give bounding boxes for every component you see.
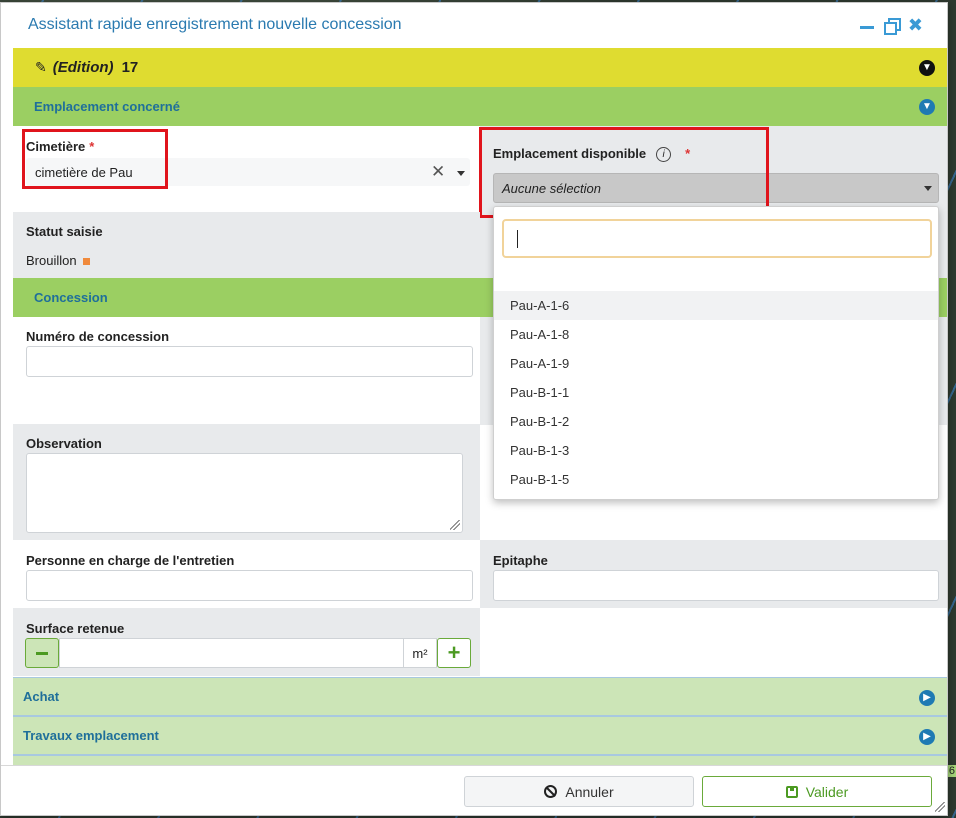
personne-input[interactable]	[26, 570, 473, 601]
dropdown-option[interactable]: Pau-A-1-8	[494, 320, 938, 349]
dropdown-search-input[interactable]	[502, 219, 932, 258]
edition-label: (Edition)	[52, 59, 114, 76]
highlight-box	[22, 129, 168, 189]
edition-number: 17	[121, 59, 139, 76]
minimize-icon[interactable]	[859, 25, 874, 29]
concession-dialog: Assistant rapide enregistrement nouvelle…	[0, 2, 948, 816]
save-icon	[785, 785, 798, 798]
observation-textarea[interactable]	[26, 453, 463, 533]
dialog-title: Assistant rapide enregistrement nouvelle…	[28, 16, 402, 33]
resize-handle[interactable]	[450, 520, 460, 530]
section-title: Concession	[34, 290, 108, 305]
epitaphe-input[interactable]	[493, 570, 939, 601]
epitaphe-label: Epitaphe	[493, 553, 548, 568]
resize-handle[interactable]	[935, 802, 945, 812]
minus-icon	[36, 651, 48, 655]
section-title: Achat	[23, 689, 60, 704]
section-title: Emplacement concerné	[34, 99, 180, 114]
increment-button[interactable]: +	[437, 638, 471, 668]
cancel-button[interactable]: Annuler	[464, 776, 694, 807]
personne-label: Personne en charge de l'entretien	[26, 553, 235, 568]
dropdown-option[interactable]: Pau-A-1-6	[494, 291, 938, 320]
section-travaux[interactable]: Travaux emplacement ▶	[13, 716, 947, 755]
dropdown-option[interactable]: Pau-B-1-1	[494, 378, 938, 407]
dropdown-option[interactable]: Pau-A-1-9	[494, 349, 938, 378]
statut-label: Statut saisie	[26, 224, 103, 239]
dropdown-option[interactable]: Pau-B-1-3	[494, 436, 938, 465]
ban-icon	[544, 785, 558, 798]
statut-value: Brouillon	[26, 253, 90, 268]
chevron-right-icon[interactable]: ▶	[919, 690, 935, 706]
plus-icon: +	[447, 640, 461, 665]
validate-button[interactable]: Valider	[702, 776, 932, 807]
clear-icon[interactable]: ✕	[431, 162, 445, 182]
restore-icon[interactable]	[883, 18, 901, 35]
section-achat[interactable]: Achat ▶	[13, 677, 947, 716]
emplacement-dropdown: Pau-A-1-6 Pau-A-1-8 Pau-A-1-9 Pau-B-1-1 …	[493, 206, 939, 500]
surface-input[interactable]	[59, 638, 404, 668]
chevron-down-icon[interactable]: ▼	[919, 99, 935, 115]
window-controls: ✖	[859, 16, 923, 35]
numero-label: Numéro de concession	[26, 329, 170, 344]
statut-panel	[13, 212, 480, 278]
status-badge	[82, 258, 90, 266]
close-icon[interactable]: ✖	[908, 16, 923, 34]
chevron-down-icon[interactable]: ▼	[919, 60, 935, 76]
numero-input[interactable]	[26, 346, 473, 377]
observation-label: Observation	[26, 436, 102, 451]
highlight-box	[479, 127, 769, 218]
dropdown-list: Pau-A-1-6 Pau-A-1-8 Pau-A-1-9 Pau-B-1-1 …	[494, 291, 938, 494]
section-emplacement[interactable]: Emplacement concerné ▼	[13, 87, 947, 126]
edition-header[interactable]: ✎ (Edition) 17 ▼	[13, 48, 947, 87]
decrement-button[interactable]	[25, 638, 59, 668]
chevron-down-icon[interactable]	[457, 171, 465, 176]
surface-label: Surface retenue	[26, 621, 125, 636]
chevron-down-icon	[924, 186, 932, 191]
dialog-footer: Annuler Valider	[1, 765, 947, 815]
dialog-titlebar[interactable]: Assistant rapide enregistrement nouvelle…	[1, 3, 947, 47]
dropdown-option[interactable]: Pau-B-1-2	[494, 407, 938, 436]
section-title: Travaux emplacement	[23, 728, 159, 743]
text-cursor	[517, 230, 518, 248]
background-badge: 6	[947, 765, 956, 777]
pencil-icon: ✎	[35, 59, 47, 75]
dropdown-option[interactable]: Pau-B-1-5	[494, 465, 938, 494]
chevron-right-icon[interactable]: ▶	[919, 729, 935, 745]
unit-label: m²	[403, 638, 437, 668]
section-next	[13, 755, 947, 765]
